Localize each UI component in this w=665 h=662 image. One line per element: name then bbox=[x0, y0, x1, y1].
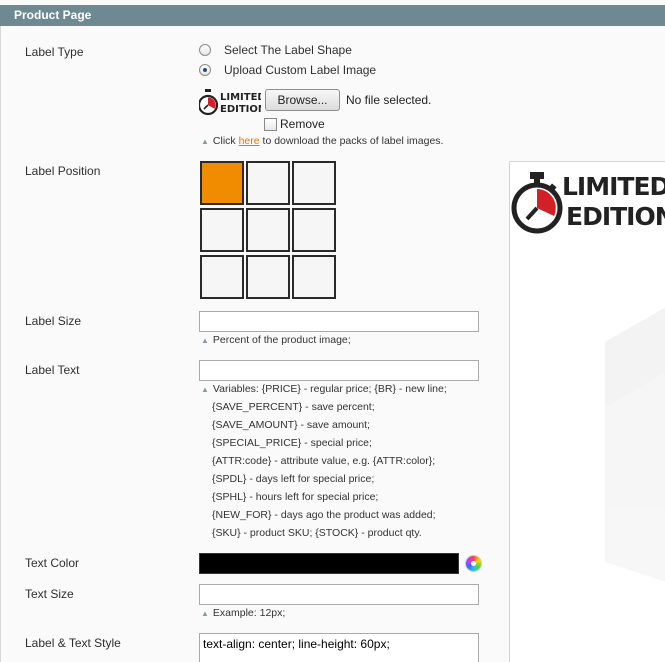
label-position-label: Label Position bbox=[25, 164, 101, 178]
radio-option-upload-image[interactable]: Upload Custom Label Image bbox=[199, 62, 376, 78]
variable-note: {SAVE_PERCENT} - save percent; bbox=[212, 401, 375, 413]
label-size-label: Label Size bbox=[25, 314, 82, 328]
file-status: No file selected. bbox=[346, 93, 432, 107]
preview-stamp-text-line2: EDITION bbox=[566, 202, 665, 231]
remove-label: Remove bbox=[280, 117, 325, 131]
note-arrow-icon: ▲ bbox=[201, 609, 209, 618]
preview-stamp-text-line1: LIMITED bbox=[562, 172, 665, 201]
preview-image: LIMITED EDITION bbox=[511, 172, 665, 582]
radio-label: Select The Label Shape bbox=[224, 43, 352, 57]
label-text-note: ▲ Variables: {PRICE} - regular price; {BR… bbox=[201, 383, 447, 395]
position-grid bbox=[200, 161, 338, 299]
position-cell-middle-right[interactable] bbox=[292, 208, 336, 252]
variable-note: {NEW_FOR} - days ago the product was add… bbox=[212, 509, 436, 521]
product-box-shape bbox=[605, 307, 665, 582]
note-arrow-icon: ▲ bbox=[201, 385, 209, 394]
stamp-text-line1: LIMITED bbox=[220, 92, 261, 103]
text-color-label: Text Color bbox=[25, 556, 80, 570]
text-size-label: Text Size bbox=[25, 587, 74, 601]
text-color-input[interactable] bbox=[199, 553, 459, 574]
variable-note: {SPDL} - days left for special price; bbox=[212, 473, 375, 485]
label-text-label: Label Text bbox=[25, 363, 80, 377]
note-arrow-icon: ▲ bbox=[201, 336, 209, 345]
radio-button[interactable] bbox=[199, 64, 211, 76]
position-cell-top-left[interactable] bbox=[200, 161, 244, 205]
label-preview: LIMITED EDITION bbox=[509, 161, 665, 662]
position-cell-middle-left[interactable] bbox=[200, 208, 244, 252]
radio-option-select-shape[interactable]: Select The Label Shape bbox=[199, 42, 352, 58]
download-note: ▲ Click here to download the packs of lab… bbox=[201, 135, 444, 147]
label-size-input[interactable] bbox=[199, 311, 479, 332]
remove-checkbox[interactable] bbox=[264, 118, 277, 131]
color-picker-icon[interactable] bbox=[465, 555, 482, 572]
position-cell-top-center[interactable] bbox=[246, 161, 290, 205]
label-text-style-label: Label & Text Style bbox=[25, 636, 121, 650]
position-cell-bottom-right[interactable] bbox=[292, 255, 336, 299]
label-text-input[interactable] bbox=[199, 360, 479, 381]
position-cell-bottom-left[interactable] bbox=[200, 255, 244, 299]
position-cell-top-right[interactable] bbox=[292, 161, 336, 205]
label-size-note: ▲ Percent of the product image; bbox=[201, 334, 351, 346]
variable-note: {SPHL} - hours left for special price; bbox=[212, 491, 379, 503]
preview-stamp-stopwatch-icon bbox=[511, 172, 563, 234]
section-header[interactable]: Product Page bbox=[0, 5, 665, 26]
radio-label: Upload Custom Label Image bbox=[224, 63, 377, 77]
variable-note: {SKU} - product SKU; {STOCK} - product q… bbox=[212, 527, 422, 539]
text-size-note: ▲ Example: 12px; bbox=[201, 607, 286, 619]
radio-button[interactable] bbox=[199, 44, 211, 56]
stamp-text-line2: EDITION bbox=[220, 104, 261, 115]
stopwatch-icon bbox=[199, 89, 219, 116]
position-cell-middle-center[interactable] bbox=[246, 208, 290, 252]
variable-note: {SPECIAL_PRICE} - special price; bbox=[212, 437, 372, 449]
download-link[interactable]: here bbox=[239, 135, 260, 147]
text-size-input[interactable] bbox=[199, 584, 479, 605]
limited-edition-stamp-thumbnail: LIMITED EDITION bbox=[199, 89, 261, 116]
position-cell-bottom-center[interactable] bbox=[246, 255, 290, 299]
note-arrow-icon: ▲ bbox=[201, 137, 209, 146]
variable-note: {ATTR:code} - attribute value, e.g. {ATT… bbox=[212, 455, 436, 467]
variable-note: {SAVE_AMOUNT} - save amount; bbox=[212, 419, 370, 431]
label-style-textarea[interactable]: text-align: center; line-height: 60px; bbox=[199, 633, 479, 662]
browse-button[interactable]: Browse... bbox=[265, 89, 340, 111]
label-type-label: Label Type bbox=[25, 45, 84, 59]
